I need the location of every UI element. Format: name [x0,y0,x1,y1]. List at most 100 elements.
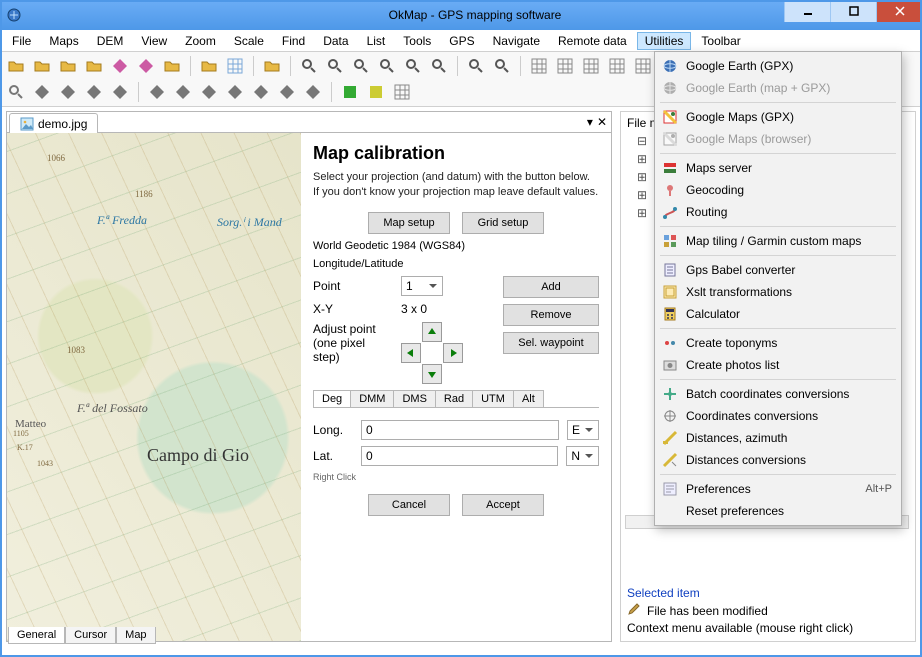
toolbar-icon[interactable] [199,82,219,102]
grid-setup-button[interactable]: Grid setup [462,212,544,234]
util-google-maps-gpx-[interactable]: Google Maps (GPX) [658,106,898,128]
menu-zoom[interactable]: Zoom [177,32,224,50]
menu-remote-data[interactable]: Remote data [550,32,635,50]
toolbar-icon[interactable] [351,56,371,76]
toolbar-icon[interactable] [262,56,282,76]
cancel-button[interactable]: Cancel [368,494,450,516]
util-create-toponyms[interactable]: Create toponyms [658,332,898,354]
toolbar-icon[interactable] [84,82,104,102]
minimize-button[interactable] [784,0,830,22]
tree-expander[interactable]: ⊞ [637,188,647,202]
toolbar-icon[interactable] [377,56,397,76]
toolbar-icon[interactable] [147,82,167,102]
menu-list[interactable]: List [359,32,394,50]
coord-tab-alt[interactable]: Alt [513,390,544,407]
toolbar-icon[interactable] [392,82,412,102]
toolbar-icon[interactable] [173,82,193,102]
menu-utilities[interactable]: Utilities [637,32,692,50]
map-setup-button[interactable]: Map setup [368,212,450,234]
toolbar-icon[interactable] [366,82,386,102]
toolbar-icon[interactable] [581,56,601,76]
coord-tab-rad[interactable]: Rad [435,390,473,407]
arrow-up-button[interactable] [422,322,442,342]
toolbar-icon[interactable] [136,56,156,76]
toolbar-icon[interactable] [58,56,78,76]
toolbar-icon[interactable] [6,82,26,102]
menu-tools[interactable]: Tools [395,32,439,50]
coord-tab-dmm[interactable]: DMM [350,390,394,407]
util-map-tiling-garmin-custom-maps[interactable]: Map tiling / Garmin custom maps [658,230,898,252]
toolbar-icon[interactable] [633,56,653,76]
coord-tab-utm[interactable]: UTM [472,390,514,407]
tree-expander[interactable]: ⊞ [637,206,647,220]
lat-input[interactable]: 0 [361,446,558,466]
toolbar-icon[interactable] [84,56,104,76]
arrow-left-button[interactable] [401,343,421,363]
menu-find[interactable]: Find [274,32,313,50]
toolbar-icon[interactable] [251,82,271,102]
toolbar-icon[interactable] [299,56,319,76]
add-button[interactable]: Add [503,276,599,298]
bottom-tab-map[interactable]: Map [116,627,155,644]
util-geocoding[interactable]: Geocoding [658,179,898,201]
util-reset-preferences[interactable]: Reset preferences [658,500,898,522]
toolbar-icon[interactable] [429,56,449,76]
lat-hemi-select[interactable]: N [566,446,599,466]
util-routing[interactable]: Routing [658,201,898,223]
toolbar-icon[interactable] [403,56,423,76]
toolbar-icon[interactable] [32,82,52,102]
util-distances-conversions[interactable]: Distances conversions [658,449,898,471]
toolbar-icon[interactable] [607,56,627,76]
util-calculator[interactable]: Calculator [658,303,898,325]
util-batch-coordinates-conversions[interactable]: Batch coordinates conversions [658,383,898,405]
toolbar-icon[interactable] [555,56,575,76]
toolbar-icon[interactable] [199,56,219,76]
toolbar-icon[interactable] [6,56,26,76]
util-coordinates-conversions[interactable]: Coordinates conversions [658,405,898,427]
menu-data[interactable]: Data [315,32,356,50]
toolbar-icon[interactable] [277,82,297,102]
menu-dem[interactable]: DEM [89,32,132,50]
util-maps-server[interactable]: Maps server [658,157,898,179]
sel-waypoint-button[interactable]: Sel. waypoint [503,332,599,354]
toolbar-icon[interactable] [32,56,52,76]
accept-button[interactable]: Accept [462,494,544,516]
dropdown-icon[interactable]: ▾ [587,115,593,129]
toolbar-icon[interactable] [340,82,360,102]
bottom-tab-cursor[interactable]: Cursor [65,627,116,644]
menu-toolbar[interactable]: Toolbar [693,32,748,50]
toolbar-icon[interactable] [162,56,182,76]
tree-expander[interactable]: ⊞ [637,170,647,184]
toolbar-icon[interactable] [58,82,78,102]
toolbar-icon[interactable] [225,82,245,102]
arrow-down-button[interactable] [422,364,442,384]
util-create-photos-list[interactable]: Create photos list [658,354,898,376]
util-google-earth-gpx-[interactable]: Google Earth (GPX) [658,55,898,77]
toolbar-icon[interactable] [110,82,130,102]
menu-navigate[interactable]: Navigate [485,32,548,50]
tree-expander[interactable]: ⊟ [637,134,647,148]
coord-tab-dms[interactable]: DMS [393,390,435,407]
document-tab[interactable]: demo.jpg [9,113,98,133]
bottom-tab-general[interactable]: General [8,627,65,644]
toolbar-icon[interactable] [466,56,486,76]
toolbar-icon[interactable] [303,82,323,102]
util-distances-azimuth[interactable]: Distances, azimuth [658,427,898,449]
toolbar-icon[interactable] [492,56,512,76]
close-button[interactable] [876,0,922,22]
close-doc-icon[interactable]: ✕ [597,115,607,129]
menu-gps[interactable]: GPS [441,32,482,50]
toolbar-icon[interactable] [110,56,130,76]
toolbar-icon[interactable] [325,56,345,76]
remove-button[interactable]: Remove [503,304,599,326]
menu-maps[interactable]: Maps [41,32,86,50]
menu-scale[interactable]: Scale [226,32,272,50]
coord-tab-deg[interactable]: Deg [313,390,351,407]
long-hemi-select[interactable]: E [567,420,599,440]
menu-file[interactable]: File [4,32,39,50]
point-select[interactable]: 1 [401,276,443,296]
util-gps-babel-converter[interactable]: Gps Babel converter [658,259,898,281]
arrow-right-button[interactable] [443,343,463,363]
menu-view[interactable]: View [133,32,175,50]
tree-expander[interactable]: ⊞ [637,152,647,166]
